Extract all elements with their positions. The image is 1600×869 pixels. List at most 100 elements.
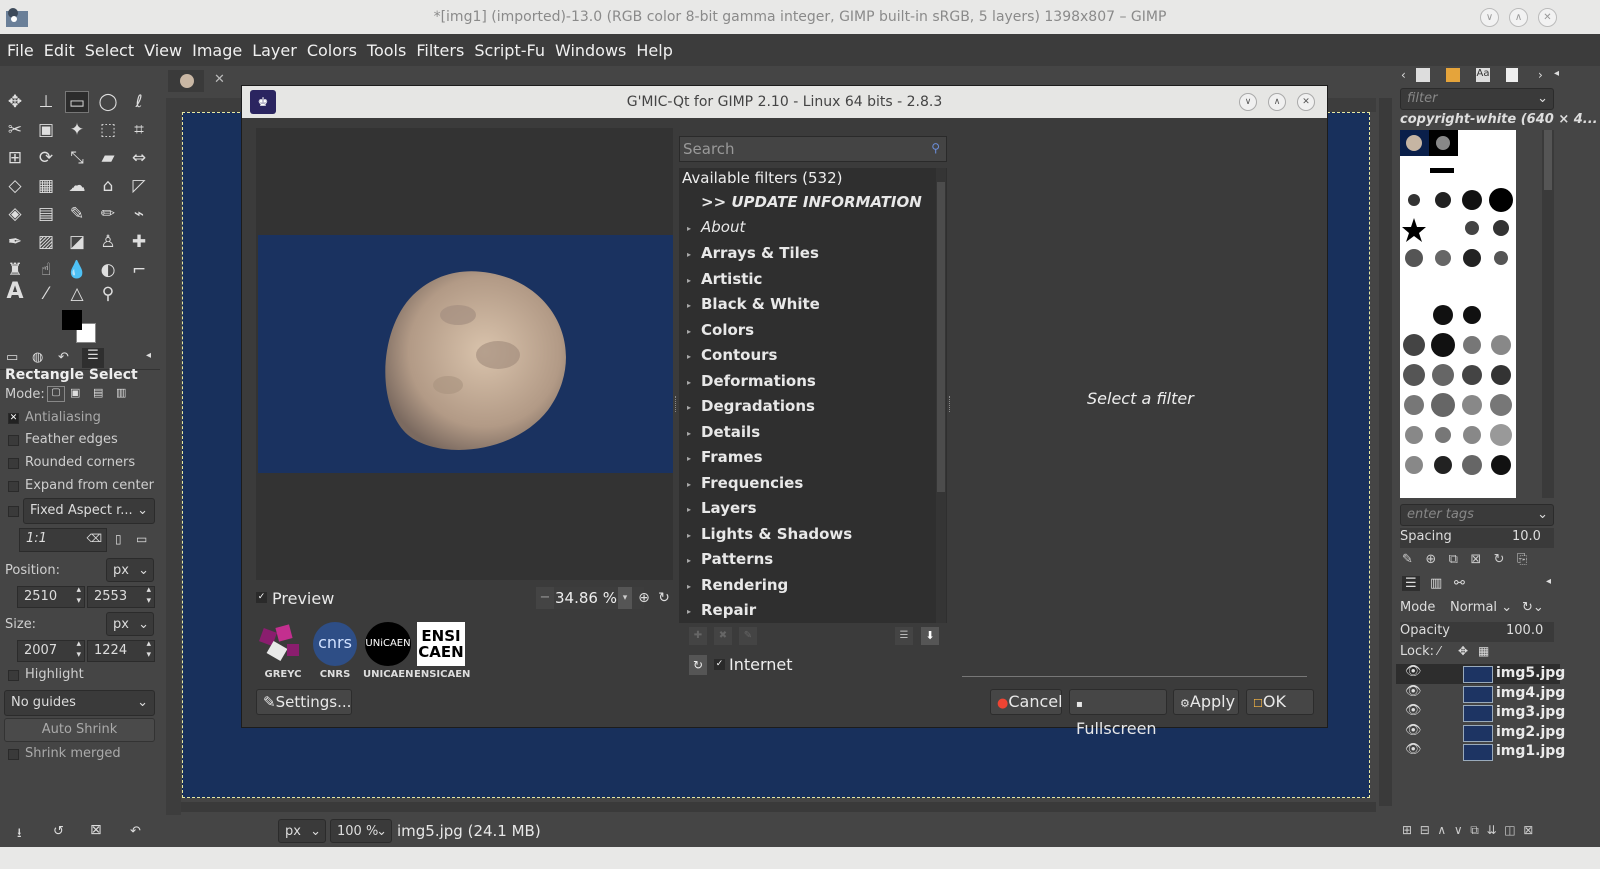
pencil-icon[interactable]: ✏ (96, 203, 120, 225)
apply-button[interactable]: ⚙Apply (1173, 689, 1239, 715)
open-brush-icon[interactable]: ⎘ (1517, 552, 1527, 567)
lock-alpha-icon[interactable]: ▦ (1478, 644, 1489, 658)
menu-edit[interactable]: Edit (44, 41, 75, 60)
lock-position-icon[interactable]: ✥ (1458, 644, 1468, 658)
preview-image[interactable] (258, 235, 673, 473)
menu-windows[interactable]: Windows (555, 41, 626, 60)
brush-scroll-thumb[interactable] (1544, 130, 1552, 190)
restore-options-icon[interactable]: ↺ (53, 824, 64, 839)
flip-tool-icon[interactable]: ⇔ (127, 147, 151, 169)
image-tab[interactable] (168, 70, 204, 92)
expand-arrow-icon[interactable]: ▸ (687, 327, 691, 336)
measure-tool-icon[interactable]: △ (65, 283, 89, 305)
fuzzy-select-icon[interactable]: ✦ (65, 119, 89, 141)
vertical-scrollbar[interactable] (1379, 98, 1392, 806)
paths-tool-icon[interactable]: ⌐ (127, 259, 151, 281)
dodge-burn-icon[interactable]: ◐ (96, 259, 120, 281)
eraser-icon[interactable]: ◪ (65, 231, 89, 253)
foreground-color-swatch-top[interactable] (62, 310, 82, 330)
refresh-brushes-icon[interactable]: ↻ (1494, 552, 1505, 567)
opacity-slider[interactable]: Opacity 100.0 (1400, 622, 1554, 642)
position-x-input[interactable]: 2510 ▴ ▾ (17, 585, 85, 608)
cancel-button[interactable]: ●Cancel (990, 689, 1063, 715)
align-tool-icon[interactable]: ⊥ (34, 91, 58, 113)
rect-select-tool-icon[interactable]: ▭ (65, 91, 89, 113)
spacing-slider[interactable]: Spacing 10.0 (1400, 528, 1554, 548)
remove-favorite-icon[interactable]: ✖ (714, 627, 732, 645)
eye-icon[interactable]: 👁 (1405, 703, 1422, 718)
filter-category[interactable]: Degradations (701, 397, 815, 415)
merge-layer-icon[interactable]: ⇊ (1487, 823, 1497, 837)
antialiasing-checkbox[interactable]: ✕ (8, 413, 19, 424)
landscape-icon[interactable]: ▭ (136, 532, 147, 546)
warp-tool-icon[interactable]: ☁ (65, 175, 89, 197)
shrink-merged-checkbox[interactable] (8, 749, 19, 760)
expand-arrow-icon[interactable]: ▸ (687, 505, 691, 514)
chevron-left-icon[interactable]: ‹ (1401, 68, 1406, 82)
duplicate-brush-icon[interactable]: ⧉ (1449, 552, 1458, 567)
menu-script-fu[interactable]: Script-Fu (474, 41, 545, 60)
brush-grid-scrollbar[interactable] (1542, 130, 1554, 498)
menu-colors[interactable]: Colors (307, 41, 357, 60)
settings-button[interactable]: ✎Settings... (256, 689, 352, 715)
filter-category[interactable]: Colors (701, 321, 754, 339)
eye-icon[interactable]: 👁 (1405, 664, 1422, 679)
device-status-tab-icon[interactable]: ◍ (32, 350, 43, 365)
portrait-icon[interactable]: ▯ (115, 532, 122, 546)
maximize-window-button[interactable]: ∧ (1509, 8, 1528, 27)
highlight-checkbox[interactable] (8, 670, 19, 681)
perspective-tool-icon[interactable]: ◇ (3, 175, 27, 197)
layers-tab-icon[interactable]: ☰ (1402, 576, 1420, 591)
rename-favorite-icon[interactable]: ✎ (739, 627, 757, 645)
tool-options-tab-icon[interactable]: ▭ (6, 350, 18, 365)
ok-button[interactable]: ☐OK (1246, 689, 1314, 715)
text-tool-icon[interactable]: A (3, 281, 27, 303)
new-brush-icon[interactable]: ⊕ (1425, 552, 1436, 567)
mode-intersect-icon[interactable]: ▥ (116, 386, 126, 399)
size-width-input[interactable]: 2007 ▴ ▾ (17, 639, 85, 662)
paths-tab-icon[interactable]: ⚯ (1454, 576, 1465, 591)
mode-add-icon[interactable]: ▣ (70, 386, 80, 399)
mode-replace-icon[interactable]: ▢ (47, 386, 65, 402)
expand-arrow-icon[interactable]: ▸ (687, 301, 691, 310)
gradient-tool-icon[interactable]: ▤ (34, 203, 58, 225)
fixed-aspect-dropdown[interactable]: Fixed Aspect r... ⌄ (23, 498, 155, 524)
smudge-icon[interactable]: ☝ (34, 259, 58, 281)
perspective-clone-icon[interactable]: ♜ (3, 259, 27, 281)
mode-subtract-icon[interactable]: ▤ (93, 386, 103, 399)
layer-row[interactable]: 👁 img1.jpg (1396, 742, 1565, 762)
chevron-right-icon[interactable]: › (1538, 68, 1543, 82)
filter-list-scrollbar[interactable] (936, 168, 946, 623)
gmic-close-button[interactable]: ✕ (1297, 93, 1315, 111)
undo-history-tab-icon[interactable]: ↶ (58, 350, 69, 365)
delete-layer-icon[interactable]: ⊠ (1523, 823, 1533, 837)
expand-arrow-icon[interactable]: ▸ (687, 224, 691, 233)
raise-layer-icon[interactable]: ∧ (1437, 823, 1446, 837)
eye-icon[interactable]: 👁 (1405, 723, 1422, 738)
filter-category[interactable]: Artistic (701, 270, 762, 288)
filter-list-scroll-thumb[interactable] (937, 182, 945, 492)
zoom-out-button[interactable]: − (536, 587, 554, 609)
cage-tool-icon[interactable]: ◸ (127, 175, 151, 197)
delete-brush-icon[interactable]: ⊠ (1470, 552, 1481, 567)
filter-about[interactable]: About (701, 218, 745, 236)
reset-options-icon[interactable]: ↶ (130, 824, 141, 839)
configure-tab-icon[interactable]: ◂ (1546, 576, 1551, 587)
spin-arrows-icon[interactable]: ▴ ▾ (76, 639, 81, 661)
unified-transform-icon[interactable]: ⊞ (3, 147, 27, 169)
new-layer-icon[interactable]: ⊞ (1402, 823, 1412, 837)
ratio-input[interactable]: 1:1 ⌫ (19, 528, 107, 552)
minimize-window-button[interactable]: ∨ (1480, 8, 1499, 27)
add-favorite-icon[interactable]: ✚ (689, 627, 707, 645)
expand-arrow-icon[interactable]: ▸ (687, 556, 691, 565)
clear-icon[interactable]: ⌫ (86, 529, 102, 549)
size-unit-dropdown[interactable]: px ⌄ (106, 612, 154, 636)
expand-from-center-checkbox[interactable] (8, 481, 19, 492)
zoom-in-button[interactable]: ⊕ (635, 587, 653, 609)
lasso-tool-icon[interactable]: ℓ (127, 91, 151, 113)
filter-category[interactable]: Contours (701, 346, 777, 364)
auto-shrink-button[interactable]: Auto Shrink (4, 718, 155, 742)
expand-arrow-icon[interactable]: ▸ (687, 607, 691, 616)
layer-row[interactable]: 👁 img2.jpg (1396, 723, 1565, 743)
layer-row[interactable]: 👁 img5.jpg (1396, 664, 1565, 684)
